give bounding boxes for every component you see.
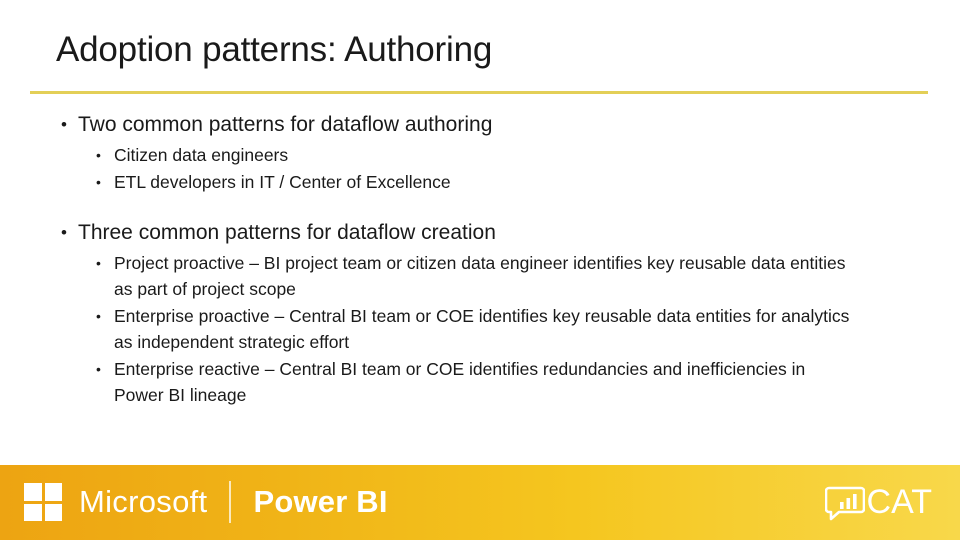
bullet-level2-text: Enterprise proactive – Central BI team o… bbox=[114, 306, 850, 352]
sub-bullet-list: • Project proactive – BI project team or… bbox=[54, 250, 854, 408]
microsoft-wordmark: Microsoft bbox=[79, 484, 208, 519]
powerbi-cat-speech-bubble-chart-icon bbox=[824, 486, 865, 520]
bullet-level1-text: Two common patterns for dataflow authori… bbox=[78, 113, 493, 136]
bullet-glyph-icon: • bbox=[96, 147, 101, 163]
brand-divider bbox=[229, 481, 232, 523]
microsoft-square-top-right bbox=[44, 483, 62, 501]
bullet-level2-text: Project proactive – BI project team or c… bbox=[114, 253, 846, 299]
bullet-glyph-icon: • bbox=[61, 115, 67, 134]
microsoft-square-bottom-left bbox=[24, 503, 42, 521]
bullet-level2: • Enterprise reactive – Central BI team … bbox=[92, 356, 854, 408]
microsoft-square-top-left bbox=[24, 483, 42, 501]
bullet-glyph-icon: • bbox=[96, 308, 101, 324]
footer-band: Microsoft Power BI CAT bbox=[0, 465, 960, 540]
bullet-level2-text: Enterprise reactive – Central BI team or… bbox=[114, 359, 806, 405]
bullet-level1-text: Three common patterns for dataflow creat… bbox=[78, 221, 496, 244]
cat-wordmark: CAT bbox=[866, 483, 932, 521]
sub-bullet-list: • Citizen data engineers • ETL developer… bbox=[54, 142, 854, 195]
bullet-level1: • Two common patterns for dataflow autho… bbox=[54, 110, 854, 140]
page-title: Adoption patterns: Authoring bbox=[56, 30, 493, 69]
bullet-level2: • ETL developers in IT / Center of Excel… bbox=[92, 169, 854, 195]
footer-brand-group: Microsoft Power BI bbox=[24, 479, 388, 525]
bullet-glyph-icon: • bbox=[96, 255, 101, 271]
microsoft-square-bottom-right bbox=[44, 503, 62, 521]
slide-body: • Two common patterns for dataflow autho… bbox=[54, 110, 854, 409]
bullet-level2-text: ETL developers in IT / Center of Excelle… bbox=[114, 172, 451, 192]
bullet-level2: • Project proactive – BI project team or… bbox=[92, 250, 854, 302]
slide: Adoption patterns: Authoring • Two commo… bbox=[0, 0, 960, 540]
bullet-level2-text: Citizen data engineers bbox=[114, 145, 289, 165]
bullet-glyph-icon: • bbox=[96, 361, 101, 377]
bullet-level2: • Enterprise proactive – Central BI team… bbox=[92, 303, 854, 355]
bullet-glyph-icon: • bbox=[96, 174, 101, 190]
cat-brand-group: CAT bbox=[824, 483, 932, 522]
title-divider bbox=[30, 91, 928, 94]
microsoft-squares-icon bbox=[24, 483, 62, 521]
bullet-level1: • Three common patterns for dataflow cre… bbox=[54, 218, 854, 248]
product-wordmark: Power BI bbox=[253, 484, 388, 519]
bullet-glyph-icon: • bbox=[61, 223, 67, 242]
bullet-level2: • Citizen data engineers bbox=[92, 142, 854, 168]
